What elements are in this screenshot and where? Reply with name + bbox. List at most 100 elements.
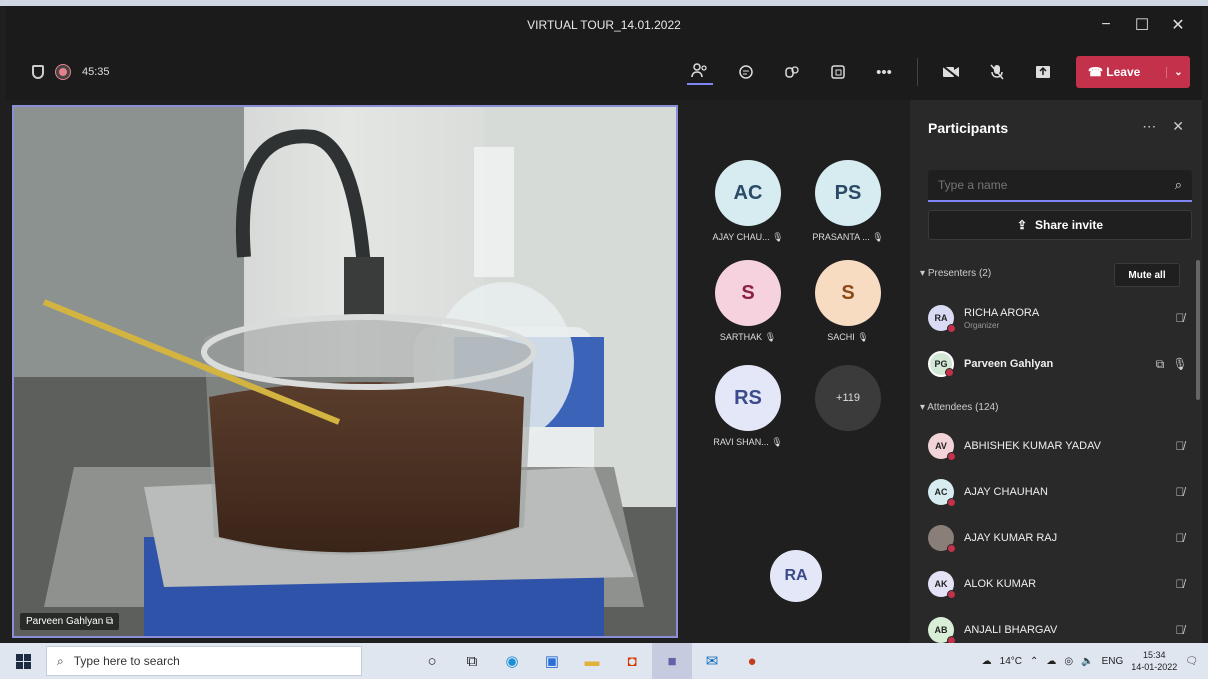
participant-name: ANJALI BHARGAV bbox=[964, 624, 1058, 636]
chat-icon[interactable] bbox=[733, 59, 759, 85]
video-frame-image bbox=[14, 107, 676, 636]
notification-icon[interactable]: 🗨 bbox=[1185, 656, 1198, 667]
share-invite-button[interactable]: ⇪ Share invite bbox=[928, 210, 1192, 240]
tray-overflow-icon[interactable]: ⌃ bbox=[1030, 656, 1038, 667]
participant-row[interactable]: RA RICHA ARORA Organizer 🎙̸ bbox=[928, 300, 1190, 336]
search-icon: ⌕ bbox=[57, 653, 64, 668]
camera-off-icon[interactable] bbox=[938, 59, 964, 85]
avatar: S bbox=[715, 260, 781, 326]
participant-row[interactable]: AV ABHISHEK KUMAR YADAV 🎙̸ bbox=[928, 428, 1190, 464]
start-button[interactable] bbox=[0, 653, 46, 669]
mute-all-button[interactable]: Mute all bbox=[1114, 263, 1180, 287]
office-icon[interactable]: ◘ bbox=[612, 643, 652, 679]
chevron-down-icon[interactable]: ⌄ bbox=[1166, 66, 1190, 78]
participant-tile[interactable]: S SACHI 🎙 bbox=[798, 260, 898, 343]
cortana-icon[interactable]: ○ bbox=[412, 643, 452, 679]
file-explorer-icon[interactable]: ▬ bbox=[572, 643, 612, 679]
avatar: AK bbox=[928, 571, 956, 599]
participant-tile[interactable]: RS RAVI SHAN... 🎙 bbox=[698, 365, 798, 448]
leave-label: ☎ Leave bbox=[1088, 65, 1141, 79]
participant-grid: AC AJAY CHAU... 🎙 PS PRASANTA ... 🎙 S SA… bbox=[686, 100, 908, 643]
participant-tile-name: RAVI SHAN... 🎙 bbox=[713, 437, 783, 447]
mic-off-icon[interactable] bbox=[984, 59, 1010, 85]
edge-icon[interactable]: ◉ bbox=[492, 643, 532, 679]
temperature: 14°C bbox=[999, 655, 1022, 667]
participant-name: RICHA ARORA Organizer bbox=[964, 307, 1170, 330]
participant-row[interactable]: AJAY KUMAR RAJ 🎙̸ bbox=[928, 520, 1190, 556]
avatar: AC bbox=[928, 479, 956, 507]
avatar-photo bbox=[928, 525, 956, 553]
presenters-section-header[interactable]: ▾ Presenters (2) bbox=[920, 268, 991, 279]
more-options-icon[interactable]: ••• bbox=[871, 59, 897, 85]
panel-scrollbar[interactable] bbox=[1196, 260, 1200, 400]
avatar: AB bbox=[928, 617, 956, 645]
presenter-video[interactable]: Parveen Gahlyan ⧉ bbox=[12, 105, 678, 638]
network-icon[interactable]: ◎ bbox=[1064, 656, 1073, 667]
mic-off-icon: 🎙̸ bbox=[1175, 485, 1185, 499]
rooms-icon[interactable] bbox=[825, 59, 851, 85]
mic-off-icon: 🎙̸ bbox=[1175, 531, 1185, 545]
participant-tile-name: SARTHAK 🎙 bbox=[719, 332, 777, 342]
participant-name: AJAY CHAUHAN bbox=[964, 486, 1048, 498]
self-view-tile[interactable]: RA bbox=[746, 550, 846, 602]
teams-icon[interactable]: ■ bbox=[652, 643, 692, 679]
participants-panel: Participants ⋯ ✕ ⌕ ⇪ Share invite ▾ Pres… bbox=[910, 100, 1202, 645]
participant-tile[interactable]: PS PRASANTA ... 🎙 bbox=[798, 160, 898, 243]
powerpoint-icon[interactable]: ● bbox=[732, 643, 772, 679]
language-indicator[interactable]: ENG bbox=[1102, 656, 1124, 667]
panel-more-icon[interactable]: ⋯ bbox=[1142, 118, 1156, 135]
onedrive-icon[interactable]: ☁ bbox=[1046, 656, 1056, 667]
participant-tile-name: SACHI 🎙 bbox=[827, 332, 869, 342]
participant-row[interactable]: AK ALOK KUMAR 🎙̸ bbox=[928, 566, 1190, 602]
weather-icon[interactable]: ☁ bbox=[982, 656, 992, 667]
store-icon[interactable]: ▣ bbox=[532, 643, 572, 679]
shield-icon[interactable] bbox=[32, 65, 44, 79]
windows-taskbar: ⌕ Type here to search ○ ⧉ ◉ ▣ ▬ ◘ ■ ✉ ● … bbox=[0, 643, 1208, 679]
more-participants-tile[interactable]: +119 bbox=[798, 365, 898, 431]
taskbar-search[interactable]: ⌕ Type here to search bbox=[46, 646, 362, 676]
presenter-name-chip: Parveen Gahlyan ⧉ bbox=[20, 613, 120, 630]
participant-name: ABHISHEK KUMAR YADAV bbox=[964, 440, 1101, 452]
search-icon[interactable]: ⌕ bbox=[1175, 177, 1182, 193]
participant-tile[interactable]: S SARTHAK 🎙 bbox=[698, 260, 798, 343]
meeting-toolbar: 45:35 ••• ☎ Leave ⌄ bbox=[6, 44, 1202, 100]
share-screen-icon[interactable] bbox=[1030, 59, 1056, 85]
participant-search: ⌕ bbox=[928, 170, 1192, 202]
mic-off-icon: 🎙̸ bbox=[1175, 311, 1185, 325]
participant-row[interactable]: PG Parveen Gahlyan ⧉ 🎙 bbox=[928, 346, 1190, 382]
avatar: AC bbox=[715, 160, 781, 226]
share-invite-label: Share invite bbox=[1035, 218, 1104, 232]
avatar: PG bbox=[928, 351, 954, 377]
leave-button[interactable]: ☎ Leave ⌄ bbox=[1076, 56, 1190, 88]
panel-title: Participants bbox=[928, 120, 1009, 136]
close-icon[interactable]: ✕ bbox=[1172, 118, 1184, 135]
participants-icon[interactable] bbox=[687, 59, 713, 85]
outlook-icon[interactable]: ✉ bbox=[692, 643, 732, 679]
toolbar-divider bbox=[917, 58, 918, 86]
clock[interactable]: 15:34 14-01-2022 bbox=[1131, 649, 1177, 673]
mic-off-icon: 🎙̸ bbox=[1175, 439, 1185, 453]
search-input[interactable] bbox=[938, 178, 1175, 192]
avatar: RS bbox=[715, 365, 781, 431]
volume-icon[interactable]: 🔈 bbox=[1081, 656, 1093, 667]
participant-tile-name: AJAY CHAU... 🎙 bbox=[712, 232, 784, 242]
window-controls: − ☐ ✕ bbox=[1090, 6, 1194, 44]
mic-off-icon: 🎙̸ bbox=[1175, 577, 1185, 591]
minimize-button[interactable]: − bbox=[1090, 16, 1122, 34]
attendees-section-header[interactable]: ▾ Attendees (124) bbox=[920, 402, 998, 413]
avatar: PS bbox=[815, 160, 881, 226]
close-button[interactable]: ✕ bbox=[1162, 15, 1194, 35]
participant-name: Parveen Gahlyan bbox=[964, 358, 1054, 370]
avatar: RA bbox=[770, 550, 822, 602]
title-bar: VIRTUAL TOUR_14.01.2022 − ☐ ✕ bbox=[6, 6, 1202, 44]
window-title: VIRTUAL TOUR_14.01.2022 bbox=[527, 18, 681, 32]
maximize-button[interactable]: ☐ bbox=[1126, 15, 1158, 35]
mic-off-icon: 🎙̸ bbox=[1175, 623, 1185, 637]
participant-row[interactable]: AC AJAY CHAUHAN 🎙̸ bbox=[928, 474, 1190, 510]
participant-tile[interactable]: AC AJAY CHAU... 🎙 bbox=[698, 160, 798, 243]
task-view-icon[interactable]: ⧉ bbox=[452, 643, 492, 679]
participant-name: AJAY KUMAR RAJ bbox=[964, 532, 1058, 544]
reactions-icon[interactable] bbox=[779, 59, 805, 85]
taskbar-search-placeholder: Type here to search bbox=[73, 654, 180, 668]
participant-tile-name: PRASANTA ... 🎙 bbox=[812, 232, 884, 242]
